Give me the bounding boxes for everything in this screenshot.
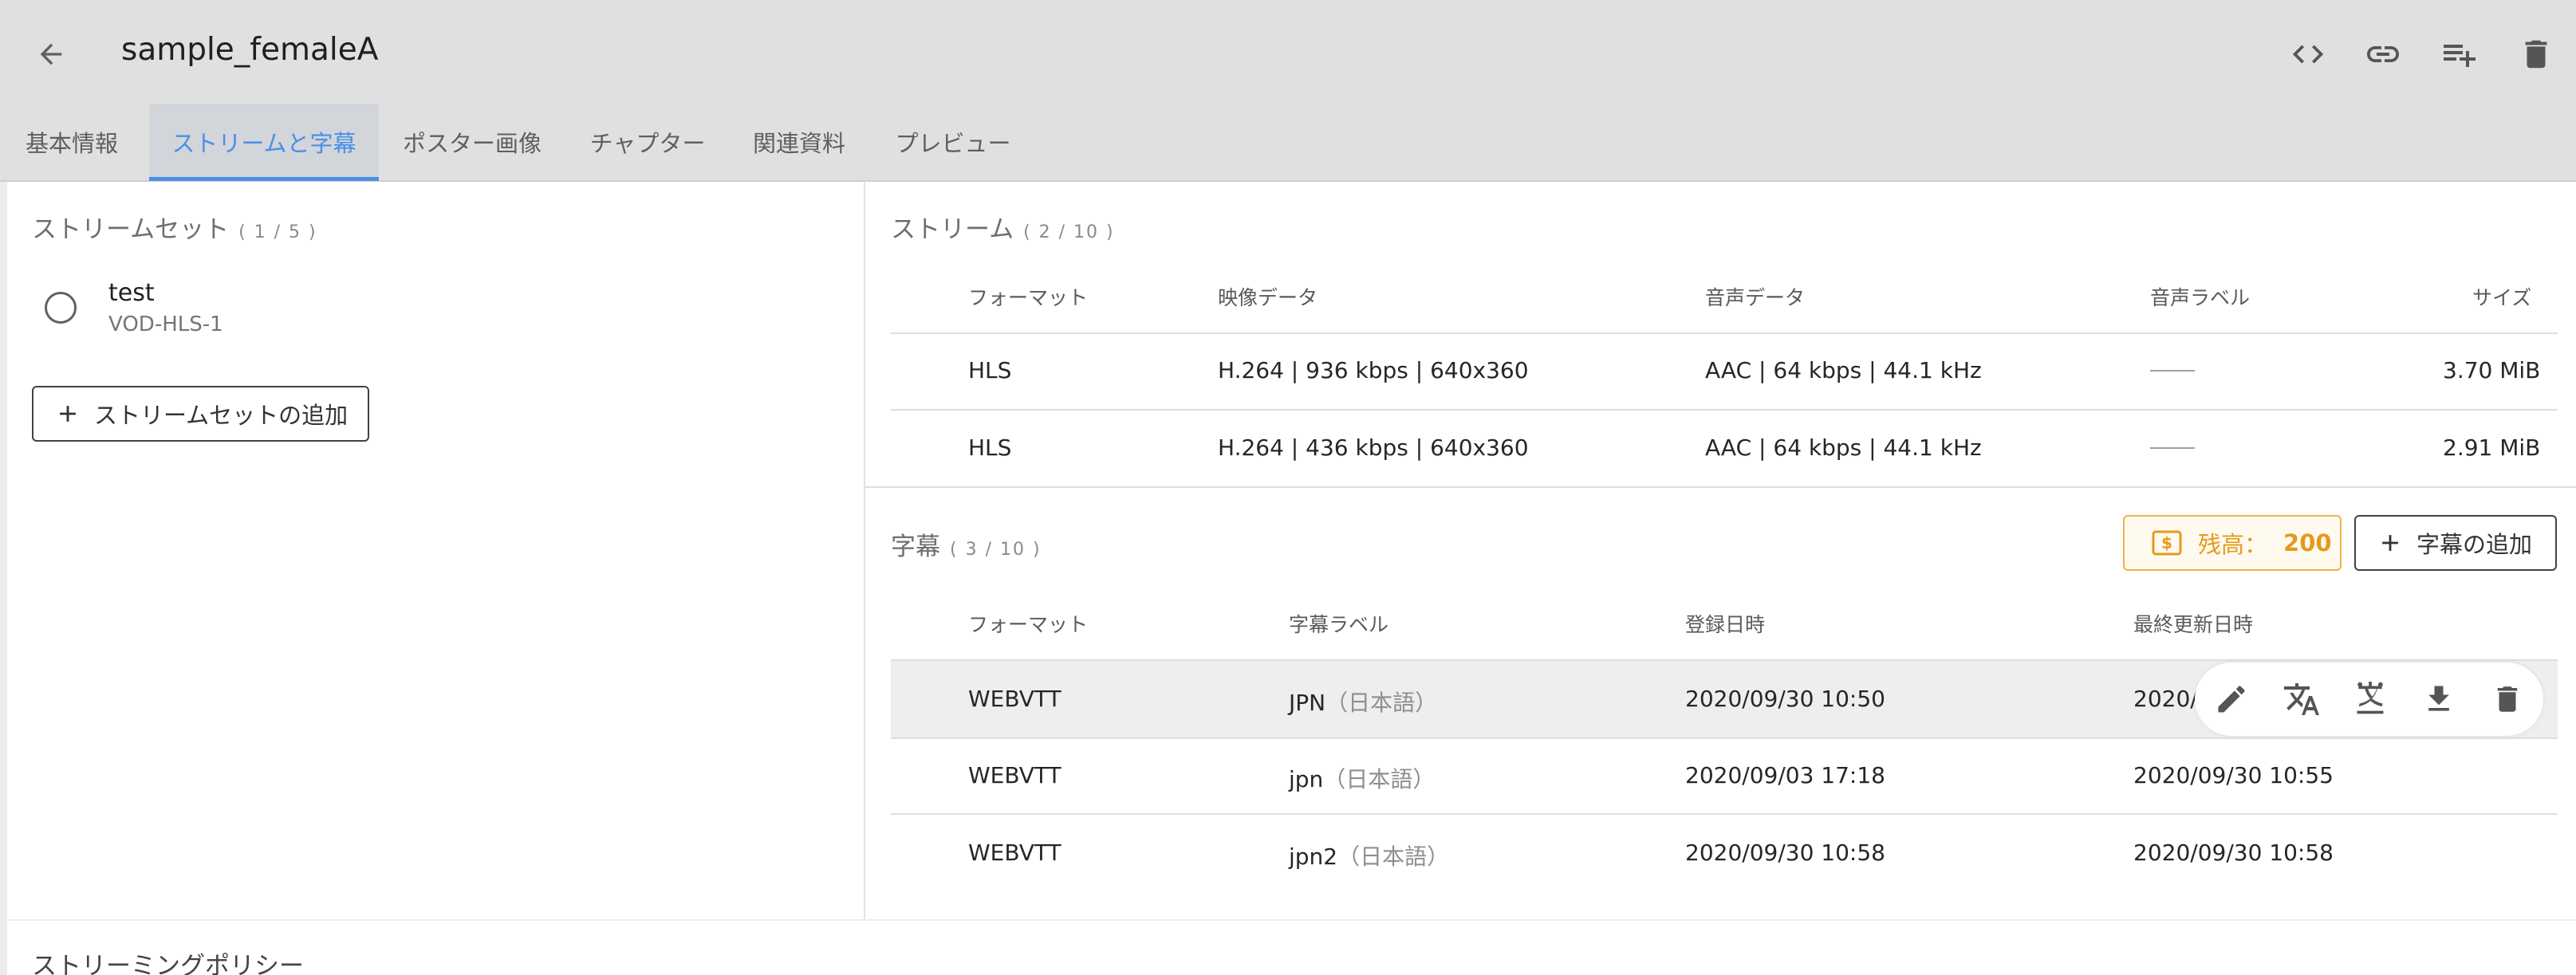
streams-count: ( 2 / 10 ) xyxy=(1023,222,1115,242)
subtitle-format: WEBVTT xyxy=(968,839,1062,866)
left-edge xyxy=(0,182,7,975)
svg-text:$: $ xyxy=(2161,533,2172,552)
audio-label-empty xyxy=(2150,447,2195,449)
col-updated: 最終更新日時 xyxy=(2133,613,2254,636)
add-stream-set-button[interactable]: ストリームセットの追加 xyxy=(32,386,369,442)
col-format: フォーマット xyxy=(968,613,1089,636)
subtitle-updated: 2020/ xyxy=(2133,686,2198,712)
plus-icon xyxy=(60,406,76,422)
tab-chapters[interactable]: チャプター xyxy=(584,104,711,180)
subtitles-title: 字幕( 3 / 10 ) xyxy=(891,533,1042,561)
stream-size: 3.70 MiB xyxy=(2443,357,2541,383)
app-header: sample_femaleA 基本情報 ストリームと字幕 ポスター画像 チャプタ… xyxy=(0,0,2576,182)
stream-set-radio[interactable] xyxy=(45,292,77,324)
page-title: sample_femaleA xyxy=(121,32,379,68)
subtitle-format: WEBVTT xyxy=(968,686,1062,712)
subtitle-updated: 2020/09/30 10:58 xyxy=(2133,839,2334,866)
stream-set-subtitle: VOD-HLS-1 xyxy=(108,313,223,336)
link-icon[interactable] xyxy=(2364,35,2402,73)
audio-label-empty xyxy=(2150,370,2195,372)
stream-audio: AAC | 64 kbps | 44.1 kHz xyxy=(1705,434,1982,461)
divider xyxy=(891,813,2558,815)
stream-sets-count: ( 1 / 5 ) xyxy=(238,222,317,242)
subtitle-created: 2020/09/30 10:58 xyxy=(1685,839,1885,866)
subtitle-updated: 2020/09/30 10:55 xyxy=(2133,762,2334,788)
translate-icon[interactable] xyxy=(2281,680,2322,718)
col-audio: 音声データ xyxy=(1705,286,1806,309)
streams-title: ストリーム( 2 / 10 ) xyxy=(891,215,1115,244)
col-video: 映像データ xyxy=(1218,286,1318,309)
delete-icon[interactable] xyxy=(2517,35,2555,73)
col-audio-label: 音声ラベル xyxy=(2150,286,2251,309)
active-tab-indicator xyxy=(149,177,379,181)
tab-streams-subtitles[interactable]: ストリームと字幕 xyxy=(149,104,379,180)
plus-icon xyxy=(2382,535,2398,551)
stream-video: H.264 | 936 kbps | 640x360 xyxy=(1218,357,1529,383)
tab-preview[interactable]: プレビュー xyxy=(889,104,1017,180)
row-actions xyxy=(2195,662,2543,736)
playlist-add-icon[interactable] xyxy=(2440,35,2479,73)
balance-badge: $ 残高： 200 xyxy=(2123,515,2342,571)
download-icon[interactable] xyxy=(2420,680,2458,718)
col-size: サイズ xyxy=(2472,286,2532,309)
code-icon[interactable] xyxy=(2289,35,2327,73)
back-arrow-icon[interactable] xyxy=(32,35,70,73)
stream-format: HLS xyxy=(968,357,1012,383)
stream-size: 2.91 MiB xyxy=(2443,434,2541,461)
subtitle-created: 2020/09/30 10:50 xyxy=(1685,686,1885,712)
delete-icon[interactable] xyxy=(2488,680,2527,718)
panel-divider xyxy=(864,182,865,919)
stream-audio: AAC | 64 kbps | 44.1 kHz xyxy=(1705,357,1982,383)
subtitle-label: jpn（日本語） xyxy=(1289,766,1436,792)
stream-sets-title: ストリームセット( 1 / 5 ) xyxy=(32,215,317,244)
subtitle-format: WEBVTT xyxy=(968,762,1062,788)
divider xyxy=(891,332,2558,334)
subtitle-created: 2020/09/03 17:18 xyxy=(1685,762,1885,788)
stream-format: HLS xyxy=(968,434,1012,461)
divider xyxy=(891,409,2558,411)
subtitles-count: ( 3 / 10 ) xyxy=(950,540,1042,560)
divider xyxy=(891,737,2558,739)
subtitle-label: JPN（日本語） xyxy=(1289,690,1438,716)
transcribe-icon[interactable] xyxy=(2350,680,2391,718)
tab-basic-info[interactable]: 基本情報 xyxy=(16,104,128,180)
money-icon: $ xyxy=(2152,530,2182,556)
subtitle-label: jpn2（日本語） xyxy=(1289,843,1450,870)
section-divider xyxy=(7,919,2576,921)
streaming-policy-title: ストリーミングポリシー xyxy=(32,952,304,975)
edit-icon[interactable] xyxy=(2212,680,2251,718)
col-created: 登録日時 xyxy=(1685,613,1766,636)
section-divider xyxy=(865,486,2576,488)
balance-label: 残高： xyxy=(2198,531,2268,558)
add-subtitle-button[interactable]: 字幕の追加 xyxy=(2354,515,2557,571)
stream-video: H.264 | 436 kbps | 640x360 xyxy=(1218,434,1529,461)
tab-related-materials[interactable]: 関連資料 xyxy=(748,104,850,180)
stream-set-name: test xyxy=(108,279,155,307)
tab-poster-image[interactable]: ポスター画像 xyxy=(397,104,547,180)
col-format: フォーマット xyxy=(968,286,1089,309)
col-subtitle-label: 字幕ラベル xyxy=(1289,613,1389,636)
balance-value: 200 xyxy=(2283,529,2332,556)
